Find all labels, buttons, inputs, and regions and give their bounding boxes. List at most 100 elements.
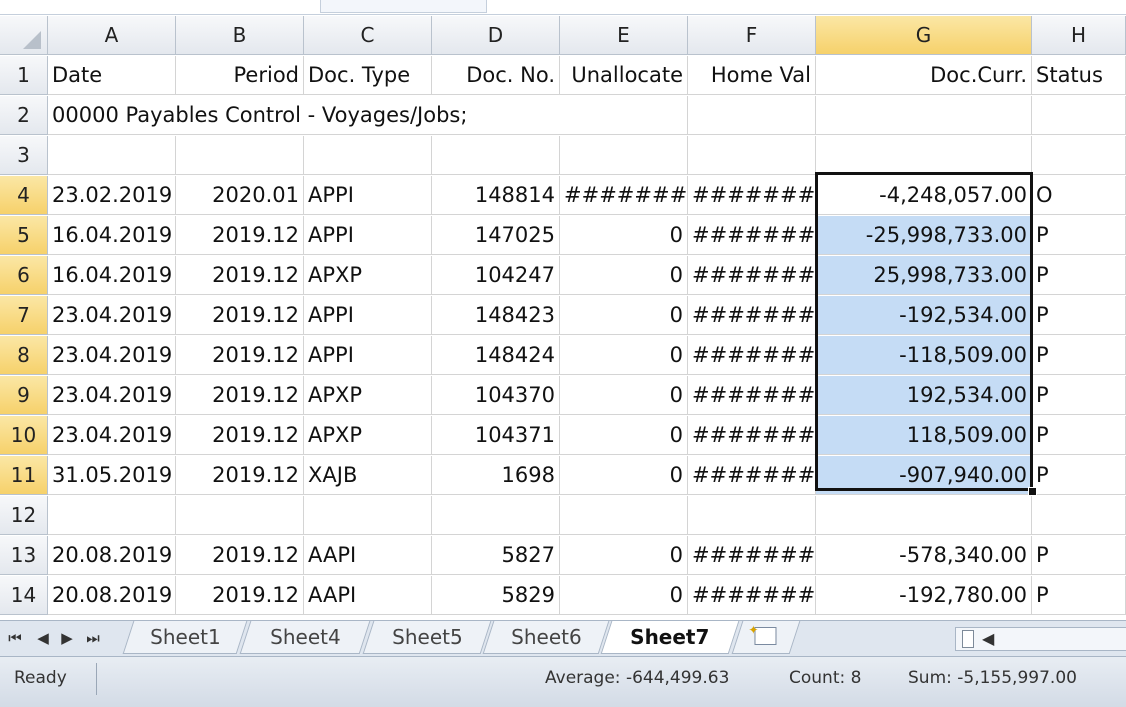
column-header-f[interactable]: F [688,16,816,55]
cell-b10[interactable]: 2019.12 [176,416,304,455]
last-sheet-icon[interactable]: ⏭ [84,629,102,647]
cell-b14[interactable]: 2019.12 [176,576,304,615]
column-header-d[interactable]: D [432,16,560,55]
cell-e9[interactable]: 0 [560,376,688,415]
cell-b1[interactable]: Period [176,56,304,95]
prev-sheet-icon[interactable]: ◀ [34,629,52,647]
row-header[interactable]: 12 [0,496,48,535]
tab-sheet5[interactable]: Sheet5 [362,621,492,654]
cell-a3[interactable] [48,136,176,175]
row-header[interactable]: 2 [0,96,48,135]
cell-g6[interactable]: 25,998,733.00 [816,256,1032,295]
cell-h7[interactable]: P [1032,296,1126,335]
cell-h10[interactable]: P [1032,416,1126,455]
row-header[interactable]: 13 [0,536,48,575]
cell-h3[interactable] [1032,136,1126,175]
cell-c9[interactable]: APXP [304,376,432,415]
cell-e3[interactable] [560,136,688,175]
cell-f10[interactable]: ######## [688,416,816,455]
cell-g8[interactable]: -118,509.00 [816,336,1032,375]
cell-b5[interactable]: 2019.12 [176,216,304,255]
column-header-e[interactable]: E [560,16,688,55]
cell-a6[interactable]: 16.04.2019 [48,256,176,295]
cell-e8[interactable]: 0 [560,336,688,375]
cell-e14[interactable]: 0 [560,576,688,615]
cell-f9[interactable]: ######## [688,376,816,415]
cell-b9[interactable]: 2019.12 [176,376,304,415]
cell-f13[interactable]: ######## [688,536,816,575]
row-header[interactable]: 6 [0,256,48,295]
cell-e5[interactable]: 0 [560,216,688,255]
row-header[interactable]: 5 [0,216,48,255]
cell-b6[interactable]: 2019.12 [176,256,304,295]
cell-h4[interactable]: O [1032,176,1126,215]
cell-a7[interactable]: 23.04.2019 [48,296,176,335]
column-header-c[interactable]: C [304,16,432,55]
cell-g13[interactable]: -578,340.00 [816,536,1032,575]
cell-f5[interactable]: ######## [688,216,816,255]
cell-d8[interactable]: 148424 [432,336,560,375]
cell-c13[interactable]: AAPI [304,536,432,575]
cell-c12[interactable] [304,496,432,535]
cell-d11[interactable]: 1698 [432,456,560,495]
cell-b4[interactable]: 2020.01 [176,176,304,215]
row-header[interactable]: 1 [0,56,48,95]
tab-sheet6[interactable]: Sheet6 [482,621,610,654]
cell-g1[interactable]: Doc.Curr. [816,56,1032,95]
cell-e4[interactable]: ######## [560,176,688,215]
cell-e7[interactable]: 0 [560,296,688,335]
cell-h2[interactable] [1032,96,1126,135]
cell-a12[interactable] [48,496,176,535]
cell-c1[interactable]: Doc. Type [304,56,432,95]
cell-c11[interactable]: XAJB [304,456,432,495]
cell-d3[interactable] [432,136,560,175]
cell-h13[interactable]: P [1032,536,1126,575]
cell-c14[interactable]: AAPI [304,576,432,615]
cell-f2[interactable] [688,96,816,135]
cell-b7[interactable]: 2019.12 [176,296,304,335]
cell-h9[interactable]: P [1032,376,1126,415]
cell-g2[interactable] [816,96,1032,135]
cell-d2[interactable] [432,96,560,135]
cell-d7[interactable]: 148423 [432,296,560,335]
column-header-b[interactable]: B [176,16,304,55]
row-header[interactable]: 14 [0,576,48,615]
cell-a4[interactable]: 23.02.2019 [48,176,176,215]
cell-h11[interactable]: P [1032,456,1126,495]
cell-h8[interactable]: P [1032,336,1126,375]
cell-e1[interactable]: Unallocate [560,56,688,95]
cell-a14[interactable]: 20.08.2019 [48,576,176,615]
cell-g3[interactable] [816,136,1032,175]
cell-a9[interactable]: 23.04.2019 [48,376,176,415]
horizontal-scrollbar[interactable]: ◀ [955,627,1126,651]
select-all-corner[interactable] [0,16,48,55]
cell-c7[interactable]: APPI [304,296,432,335]
cell-d9[interactable]: 104370 [432,376,560,415]
tab-sheet4[interactable]: Sheet4 [239,621,371,654]
cell-f6[interactable]: ######## [688,256,816,295]
cell-c6[interactable]: APXP [304,256,432,295]
cell-h14[interactable]: P [1032,576,1126,615]
cell-h6[interactable]: P [1032,256,1126,295]
column-header-h[interactable]: H [1032,16,1126,55]
cell-c4[interactable]: APPI [304,176,432,215]
cell-g4[interactable]: -4,248,057.00 [816,176,1032,215]
cell-g12[interactable] [816,496,1032,535]
cell-f7[interactable]: ######## [688,296,816,335]
cell-a1[interactable]: Date [48,56,176,95]
cell-g10[interactable]: 118,509.00 [816,416,1032,455]
cell-d12[interactable] [432,496,560,535]
tab-sheet7[interactable]: Sheet7 [600,621,740,654]
row-header[interactable]: 7 [0,296,48,335]
cell-g14[interactable]: -192,780.00 [816,576,1032,615]
cell-a5[interactable]: 16.04.2019 [48,216,176,255]
cell-h5[interactable]: P [1032,216,1126,255]
tab-sheet1[interactable]: Sheet1 [122,621,248,654]
cell-d6[interactable]: 104247 [432,256,560,295]
cell-c10[interactable]: APXP [304,416,432,455]
spreadsheet-grid[interactable]: A B C D E F G H 1 Date Period Doc. Type Doc. No. Unal… [0,16,1126,616]
cell-d14[interactable]: 5829 [432,576,560,615]
row-header[interactable]: 11 [0,456,48,495]
cell-b2[interactable] [176,96,304,135]
cell-f3[interactable] [688,136,816,175]
